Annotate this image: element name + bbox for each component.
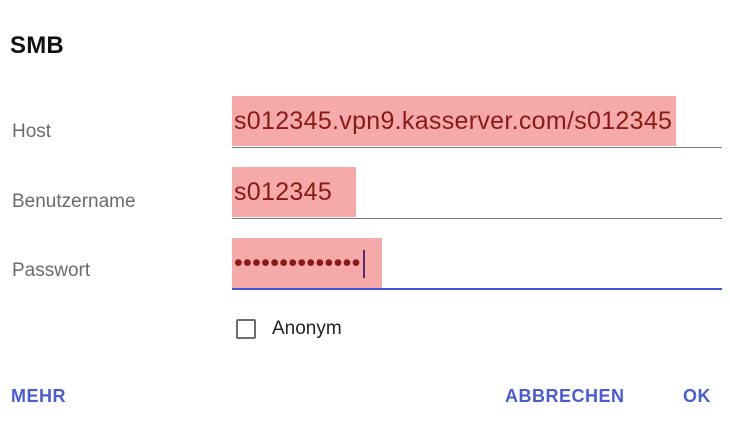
password-input[interactable]: •••••••••••••• [232, 238, 722, 290]
password-underline [232, 288, 722, 290]
host-label: Host [12, 121, 52, 142]
anonymous-option[interactable]: Anonym [236, 315, 342, 343]
more-button[interactable]: MEHR [11, 386, 66, 407]
anonymous-label[interactable]: Anonym [272, 318, 342, 340]
cancel-button[interactable]: ABBRECHEN [505, 386, 625, 407]
password-label: Passwort [12, 260, 91, 281]
username-underline [232, 218, 722, 219]
dialog-title: SMB [10, 32, 64, 59]
ok-button[interactable]: OK [683, 386, 711, 407]
username-label: Benutzername [12, 191, 136, 212]
username-value: s012345 [232, 167, 356, 217]
anonymous-checkbox[interactable] [236, 319, 256, 339]
host-value: s012345.vpn9.kasserver.com/s012345 [232, 96, 677, 146]
host-input[interactable]: s012345.vpn9.kasserver.com/s012345 [232, 96, 722, 148]
text-cursor [362, 250, 365, 279]
smb-dialog: SMB Host s012345.vpn9.kasserver.com/s012… [0, 0, 730, 437]
password-value-wrap: •••••••••••••• [232, 238, 382, 288]
password-value: •••••••••••••• [234, 249, 361, 277]
username-input[interactable]: s012345 [232, 167, 722, 219]
host-underline [232, 147, 722, 148]
